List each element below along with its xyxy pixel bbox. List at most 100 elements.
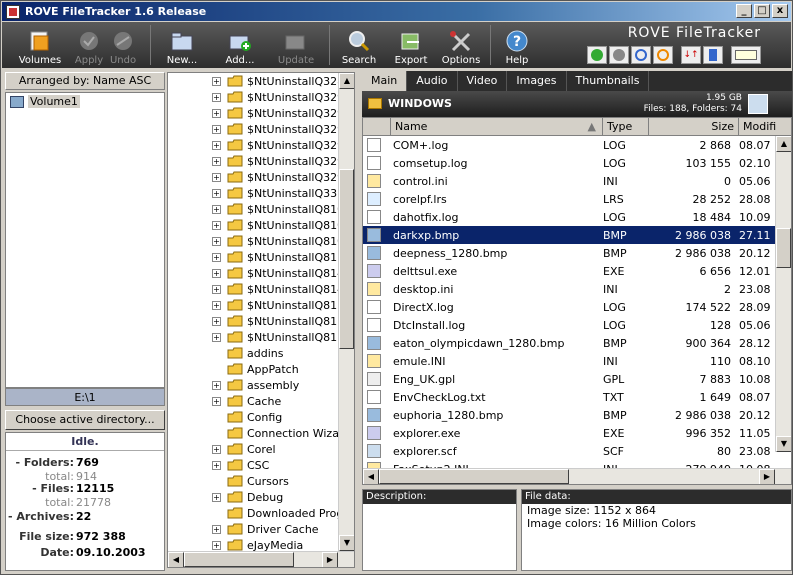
expand-icon[interactable]: + bbox=[212, 108, 221, 118]
grid-horizontal-scrollbar[interactable]: ◀ ▶ bbox=[363, 468, 791, 484]
expand-icon[interactable]: + bbox=[212, 124, 221, 134]
volumes-button[interactable]: Volumes bbox=[18, 22, 62, 68]
stop-button[interactable] bbox=[653, 46, 673, 64]
tab-video[interactable]: Video bbox=[458, 71, 508, 91]
file-row[interactable]: DirectX.log LOG 174 522 28.09 bbox=[363, 298, 791, 316]
volume-item[interactable]: Volume1 bbox=[6, 93, 164, 110]
scroll-right-arrow[interactable]: ▶ bbox=[322, 552, 338, 567]
maximize-button[interactable]: □ bbox=[754, 4, 770, 18]
file-row[interactable]: corelpf.lrs LRS 28 252 28.08 bbox=[363, 190, 791, 208]
expand-icon[interactable]: + bbox=[212, 332, 221, 342]
tree-item[interactable]: + Debug bbox=[168, 489, 354, 505]
file-row[interactable]: EnvCheckLog.txt TXT 1 649 08.07 bbox=[363, 388, 791, 406]
size-column-header[interactable]: Size bbox=[649, 118, 739, 135]
tree-item[interactable]: + Corel bbox=[168, 441, 354, 457]
tree-item[interactable]: AppPatch bbox=[168, 361, 354, 377]
tree-item[interactable]: addins bbox=[168, 345, 354, 361]
expand-icon[interactable]: + bbox=[212, 300, 221, 310]
expand-icon[interactable]: + bbox=[212, 140, 221, 150]
modified-column-header[interactable]: Modifi bbox=[739, 118, 779, 135]
file-row[interactable]: comsetup.log LOG 103 155 02.10 bbox=[363, 154, 791, 172]
file-row[interactable]: eaton_olympicdawn_1280.bmp BMP 900 364 28.1… bbox=[363, 334, 791, 352]
scroll-thumb[interactable] bbox=[776, 228, 791, 268]
scroll-down-arrow[interactable]: ▼ bbox=[776, 436, 791, 452]
tree-item[interactable]: + $NtUninstallQ3283 bbox=[168, 73, 354, 89]
new-button[interactable]: New... bbox=[159, 22, 205, 68]
tree-item[interactable]: + $NtUninstallQ8150 bbox=[168, 297, 354, 313]
expand-icon[interactable]: + bbox=[212, 236, 221, 246]
expand-icon[interactable]: + bbox=[212, 220, 221, 230]
tree-item[interactable]: + assembly bbox=[168, 377, 354, 393]
scroll-thumb[interactable] bbox=[184, 552, 294, 567]
file-row[interactable]: darkxp.bmp BMP 2 986 038 27.11 bbox=[363, 226, 791, 244]
arranged-by-header[interactable]: Arranged by: Name ASC bbox=[5, 72, 165, 90]
tree-item[interactable]: Connection Wizard bbox=[168, 425, 354, 441]
scroll-down-arrow[interactable]: ▼ bbox=[339, 535, 354, 551]
file-row[interactable]: desktop.ini INI 2 23.08 bbox=[363, 280, 791, 298]
folder-tree[interactable]: + $NtUninstallQ3283 + $NtUninstallQ3290 + $Nt… bbox=[167, 72, 355, 568]
update-button[interactable]: Update bbox=[273, 22, 319, 68]
expand-icon[interactable]: + bbox=[212, 268, 221, 278]
refresh-button[interactable] bbox=[631, 46, 651, 64]
tree-item[interactable]: + $NtUninstallQ8105 bbox=[168, 201, 354, 217]
tree-item[interactable]: + $NtUninstallQ3319 bbox=[168, 185, 354, 201]
tree-item[interactable]: + $NtUninstallQ8172 bbox=[168, 313, 354, 329]
tree-item[interactable]: + $NtUninstallQ3291 bbox=[168, 121, 354, 137]
scroll-up-arrow[interactable]: ▲ bbox=[339, 73, 354, 89]
expand-icon[interactable]: + bbox=[212, 156, 221, 166]
scroll-thumb[interactable] bbox=[379, 469, 569, 484]
tree-item[interactable]: + $NtUninstallQ8149 bbox=[168, 281, 354, 297]
add-button[interactable]: Add... bbox=[217, 22, 263, 68]
help-button[interactable]: ? Help bbox=[495, 22, 539, 68]
tab-images[interactable]: Images bbox=[507, 71, 567, 91]
file-row[interactable]: Eng_UK.gpl GPL 7 883 10.08 bbox=[363, 370, 791, 388]
file-row[interactable]: emule.INI INI 110 08.10 bbox=[363, 352, 791, 370]
expand-icon[interactable]: + bbox=[212, 252, 221, 262]
expand-icon[interactable]: + bbox=[212, 540, 221, 550]
grid-vertical-scrollbar[interactable]: ▲ ▼ bbox=[775, 136, 791, 452]
file-row[interactable]: euphoria_1280.bmp BMP 2 986 038 20.12 bbox=[363, 406, 791, 424]
expand-icon[interactable]: + bbox=[212, 316, 221, 326]
description-panel[interactable]: Description: bbox=[362, 489, 517, 571]
file-row[interactable]: delttsul.exe EXE 6 656 12.01 bbox=[363, 262, 791, 280]
tree-horizontal-scrollbar[interactable]: ◀ ▶ bbox=[168, 551, 354, 567]
icon-column-header[interactable] bbox=[363, 118, 391, 135]
tree-vertical-scrollbar[interactable]: ▲ ▼ bbox=[338, 73, 354, 551]
tree-item[interactable]: + $NtUninstallQ3291 bbox=[168, 105, 354, 121]
expand-icon[interactable]: + bbox=[212, 396, 221, 406]
search-button[interactable]: Search bbox=[336, 22, 382, 68]
expand-icon[interactable]: + bbox=[212, 380, 221, 390]
expand-icon[interactable]: + bbox=[212, 172, 221, 182]
scroll-left-arrow[interactable]: ◀ bbox=[363, 469, 379, 484]
view-button[interactable] bbox=[731, 46, 761, 64]
expand-icon[interactable]: + bbox=[212, 284, 221, 294]
tab-main[interactable]: Main bbox=[362, 71, 408, 91]
expand-icon[interactable]: + bbox=[212, 460, 221, 470]
name-column-header[interactable]: Name ▲ bbox=[391, 118, 603, 135]
tree-item[interactable]: Downloaded Progr bbox=[168, 505, 354, 521]
expand-icon[interactable]: + bbox=[212, 188, 221, 198]
choose-directory-button[interactable]: Choose active directory... bbox=[5, 410, 165, 430]
tree-item[interactable]: + CSC bbox=[168, 457, 354, 473]
tree-item[interactable]: + $NtUninstallQ3294 bbox=[168, 153, 354, 169]
options-button[interactable]: Options bbox=[438, 22, 484, 68]
export-button[interactable]: Export bbox=[388, 22, 434, 68]
file-row[interactable]: COM+.log LOG 2 868 08.07 bbox=[363, 136, 791, 154]
tree-item[interactable]: + $NtUninstallQ8114 bbox=[168, 249, 354, 265]
file-row[interactable]: deepness_1280.bmp BMP 2 986 038 20.12 bbox=[363, 244, 791, 262]
close-button[interactable]: x bbox=[772, 4, 788, 18]
tree-item[interactable]: Cursors bbox=[168, 473, 354, 489]
tree-item[interactable]: + Cache bbox=[168, 393, 354, 409]
expand-icon[interactable]: + bbox=[212, 492, 221, 502]
type-column-header[interactable]: Type bbox=[603, 118, 649, 135]
forward-button[interactable] bbox=[609, 46, 629, 64]
expand-icon[interactable]: + bbox=[212, 92, 221, 102]
tree-item[interactable]: + $NtUninstallQ8140 bbox=[168, 265, 354, 281]
file-row[interactable]: dahotfix.log LOG 18 484 10.09 bbox=[363, 208, 791, 226]
tree-item[interactable]: + $NtUninstallQ8176 bbox=[168, 329, 354, 345]
info-button[interactable] bbox=[703, 46, 723, 64]
checklist-icon[interactable] bbox=[748, 94, 768, 114]
tree-item[interactable]: + $NtUninstallQ8105 bbox=[168, 217, 354, 233]
tree-item[interactable]: + Driver Cache bbox=[168, 521, 354, 537]
expand-icon[interactable]: + bbox=[212, 444, 221, 454]
